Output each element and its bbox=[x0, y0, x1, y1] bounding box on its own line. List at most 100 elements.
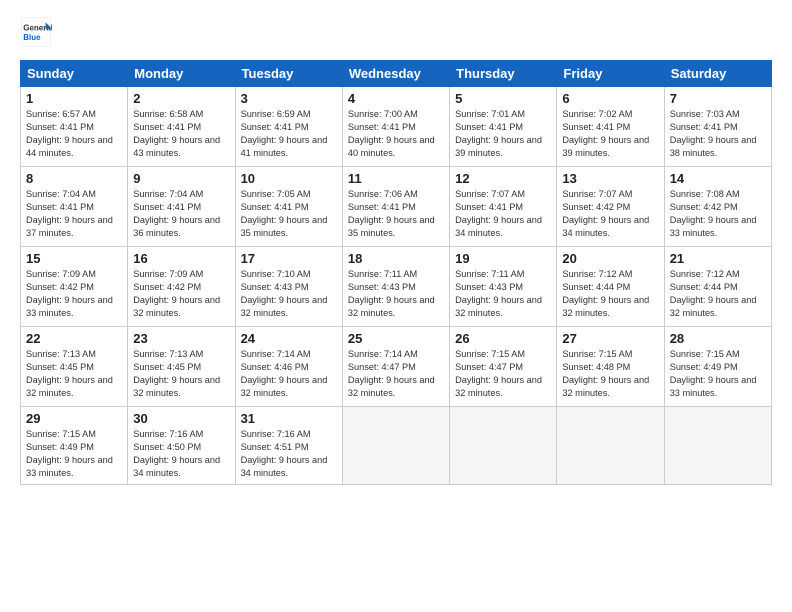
day-number: 24 bbox=[241, 331, 337, 346]
calendar-cell: 22 Sunrise: 7:13 AMSunset: 4:45 PMDayligh… bbox=[21, 327, 128, 407]
day-info: Sunrise: 7:00 AMSunset: 4:41 PMDaylight:… bbox=[348, 108, 444, 160]
day-info: Sunrise: 7:01 AMSunset: 4:41 PMDaylight:… bbox=[455, 108, 551, 160]
calendar-cell: 27Sunrise: 7:15 AMSunset: 4:48 PMDayligh… bbox=[557, 327, 664, 407]
calendar-cell: 5 Sunrise: 7:01 AMSunset: 4:41 PMDaylight… bbox=[450, 87, 557, 167]
calendar-cell bbox=[664, 407, 771, 485]
weekday-header-sunday: Sunday bbox=[21, 61, 128, 87]
calendar-cell: 28 Sunrise: 7:15 AMSunset: 4:49 PMDayligh… bbox=[664, 327, 771, 407]
calendar-cell: 18 Sunrise: 7:11 AMSunset: 4:43 PMDayligh… bbox=[342, 247, 449, 327]
day-number: 8 bbox=[26, 171, 122, 186]
calendar-cell: 30 Sunrise: 7:16 AMSunset: 4:50 PMDayligh… bbox=[128, 407, 235, 485]
day-info: Sunrise: 7:16 AMSunset: 4:50 PMDaylight:… bbox=[133, 428, 229, 480]
day-info: Sunrise: 6:59 AMSunset: 4:41 PMDaylight:… bbox=[241, 108, 337, 160]
day-info: Sunrise: 6:58 AMSunset: 4:41 PMDaylight:… bbox=[133, 108, 229, 160]
calendar-cell: 19 Sunrise: 7:11 AMSunset: 4:43 PMDayligh… bbox=[450, 247, 557, 327]
day-number: 17 bbox=[241, 251, 337, 266]
day-number: 15 bbox=[26, 251, 122, 266]
day-info: Sunrise: 7:11 AMSunset: 4:43 PMDaylight:… bbox=[348, 268, 444, 320]
logo-icon: General Blue bbox=[20, 16, 52, 48]
calendar-cell: 26Sunrise: 7:15 AMSunset: 4:47 PMDayligh… bbox=[450, 327, 557, 407]
day-info: Sunrise: 7:05 AMSunset: 4:41 PMDaylight:… bbox=[241, 188, 337, 240]
calendar-week-5: 29 Sunrise: 7:15 AMSunset: 4:49 PMDayligh… bbox=[21, 407, 772, 485]
calendar-cell: 2 Sunrise: 6:58 AMSunset: 4:41 PMDaylight… bbox=[128, 87, 235, 167]
calendar-cell: 1Sunrise: 6:57 AMSunset: 4:41 PMDaylight… bbox=[21, 87, 128, 167]
day-number: 2 bbox=[133, 91, 229, 106]
calendar-week-1: 1Sunrise: 6:57 AMSunset: 4:41 PMDaylight… bbox=[21, 87, 772, 167]
day-info: Sunrise: 7:14 AMSunset: 4:47 PMDaylight:… bbox=[348, 348, 444, 400]
logo: General Blue bbox=[20, 16, 56, 48]
day-number: 6 bbox=[562, 91, 658, 106]
day-number: 22 bbox=[26, 331, 122, 346]
day-number: 5 bbox=[455, 91, 551, 106]
day-number: 23 bbox=[133, 331, 229, 346]
calendar-cell: 4 Sunrise: 7:00 AMSunset: 4:41 PMDaylight… bbox=[342, 87, 449, 167]
calendar-cell: 17Sunrise: 7:10 AMSunset: 4:43 PMDayligh… bbox=[235, 247, 342, 327]
calendar-cell: 16Sunrise: 7:09 AMSunset: 4:42 PMDayligh… bbox=[128, 247, 235, 327]
day-info: Sunrise: 7:14 AMSunset: 4:46 PMDaylight:… bbox=[241, 348, 337, 400]
day-info: Sunrise: 7:13 AMSunset: 4:45 PMDaylight:… bbox=[26, 348, 122, 400]
calendar-cell: 9 Sunrise: 7:04 AMSunset: 4:41 PMDaylight… bbox=[128, 167, 235, 247]
day-info: Sunrise: 7:15 AMSunset: 4:48 PMDaylight:… bbox=[562, 348, 658, 400]
day-number: 12 bbox=[455, 171, 551, 186]
calendar-table: SundayMondayTuesdayWednesdayThursdayFrid… bbox=[20, 60, 772, 485]
day-number: 4 bbox=[348, 91, 444, 106]
day-info: Sunrise: 7:13 AMSunset: 4:45 PMDaylight:… bbox=[133, 348, 229, 400]
day-number: 19 bbox=[455, 251, 551, 266]
day-number: 14 bbox=[670, 171, 766, 186]
calendar-week-4: 22 Sunrise: 7:13 AMSunset: 4:45 PMDayligh… bbox=[21, 327, 772, 407]
day-info: Sunrise: 7:07 AMSunset: 4:42 PMDaylight:… bbox=[562, 188, 658, 240]
calendar-cell: 25 Sunrise: 7:14 AMSunset: 4:47 PMDayligh… bbox=[342, 327, 449, 407]
calendar-cell bbox=[450, 407, 557, 485]
calendar-cell: 15 Sunrise: 7:09 AMSunset: 4:42 PMDayligh… bbox=[21, 247, 128, 327]
calendar-cell bbox=[342, 407, 449, 485]
day-info: Sunrise: 7:12 AMSunset: 4:44 PMDaylight:… bbox=[670, 268, 766, 320]
day-number: 11 bbox=[348, 171, 444, 186]
day-number: 29 bbox=[26, 411, 122, 426]
calendar-cell: 13 Sunrise: 7:07 AMSunset: 4:42 PMDayligh… bbox=[557, 167, 664, 247]
day-info: Sunrise: 7:03 AMSunset: 4:41 PMDaylight:… bbox=[670, 108, 766, 160]
day-info: Sunrise: 7:15 AMSunset: 4:49 PMDaylight:… bbox=[26, 428, 122, 480]
day-info: Sunrise: 7:16 AMSunset: 4:51 PMDaylight:… bbox=[241, 428, 337, 480]
svg-text:Blue: Blue bbox=[23, 33, 41, 42]
calendar-cell: 20Sunrise: 7:12 AMSunset: 4:44 PMDayligh… bbox=[557, 247, 664, 327]
day-info: Sunrise: 7:04 AMSunset: 4:41 PMDaylight:… bbox=[133, 188, 229, 240]
day-info: Sunrise: 7:09 AMSunset: 4:42 PMDaylight:… bbox=[26, 268, 122, 320]
calendar-cell: 7 Sunrise: 7:03 AMSunset: 4:41 PMDaylight… bbox=[664, 87, 771, 167]
weekday-header-monday: Monday bbox=[128, 61, 235, 87]
day-number: 18 bbox=[348, 251, 444, 266]
day-info: Sunrise: 7:15 AMSunset: 4:49 PMDaylight:… bbox=[670, 348, 766, 400]
day-info: Sunrise: 7:02 AMSunset: 4:41 PMDaylight:… bbox=[562, 108, 658, 160]
calendar-cell: 3Sunrise: 6:59 AMSunset: 4:41 PMDaylight… bbox=[235, 87, 342, 167]
day-number: 7 bbox=[670, 91, 766, 106]
day-number: 16 bbox=[133, 251, 229, 266]
calendar-cell: 12Sunrise: 7:07 AMSunset: 4:41 PMDayligh… bbox=[450, 167, 557, 247]
weekday-header-wednesday: Wednesday bbox=[342, 61, 449, 87]
calendar-cell: 8 Sunrise: 7:04 AMSunset: 4:41 PMDaylight… bbox=[21, 167, 128, 247]
calendar-cell bbox=[557, 407, 664, 485]
day-info: Sunrise: 7:11 AMSunset: 4:43 PMDaylight:… bbox=[455, 268, 551, 320]
calendar-cell: 29 Sunrise: 7:15 AMSunset: 4:49 PMDayligh… bbox=[21, 407, 128, 485]
weekday-header-friday: Friday bbox=[557, 61, 664, 87]
day-info: Sunrise: 7:04 AMSunset: 4:41 PMDaylight:… bbox=[26, 188, 122, 240]
calendar-cell: 31 Sunrise: 7:16 AMSunset: 4:51 PMDayligh… bbox=[235, 407, 342, 485]
calendar-cell: 24 Sunrise: 7:14 AMSunset: 4:46 PMDayligh… bbox=[235, 327, 342, 407]
day-number: 9 bbox=[133, 171, 229, 186]
day-number: 30 bbox=[133, 411, 229, 426]
calendar-week-2: 8 Sunrise: 7:04 AMSunset: 4:41 PMDaylight… bbox=[21, 167, 772, 247]
weekday-header-tuesday: Tuesday bbox=[235, 61, 342, 87]
calendar-week-3: 15 Sunrise: 7:09 AMSunset: 4:42 PMDayligh… bbox=[21, 247, 772, 327]
day-number: 13 bbox=[562, 171, 658, 186]
day-number: 28 bbox=[670, 331, 766, 346]
weekday-header-thursday: Thursday bbox=[450, 61, 557, 87]
calendar-cell: 10 Sunrise: 7:05 AMSunset: 4:41 PMDayligh… bbox=[235, 167, 342, 247]
header: General Blue bbox=[20, 16, 772, 48]
calendar-cell: 11 Sunrise: 7:06 AMSunset: 4:41 PMDayligh… bbox=[342, 167, 449, 247]
weekday-header-row: SundayMondayTuesdayWednesdayThursdayFrid… bbox=[21, 61, 772, 87]
day-number: 25 bbox=[348, 331, 444, 346]
calendar-cell: 14Sunrise: 7:08 AMSunset: 4:42 PMDayligh… bbox=[664, 167, 771, 247]
day-number: 10 bbox=[241, 171, 337, 186]
day-info: Sunrise: 7:06 AMSunset: 4:41 PMDaylight:… bbox=[348, 188, 444, 240]
day-info: Sunrise: 7:12 AMSunset: 4:44 PMDaylight:… bbox=[562, 268, 658, 320]
day-number: 26 bbox=[455, 331, 551, 346]
day-number: 31 bbox=[241, 411, 337, 426]
